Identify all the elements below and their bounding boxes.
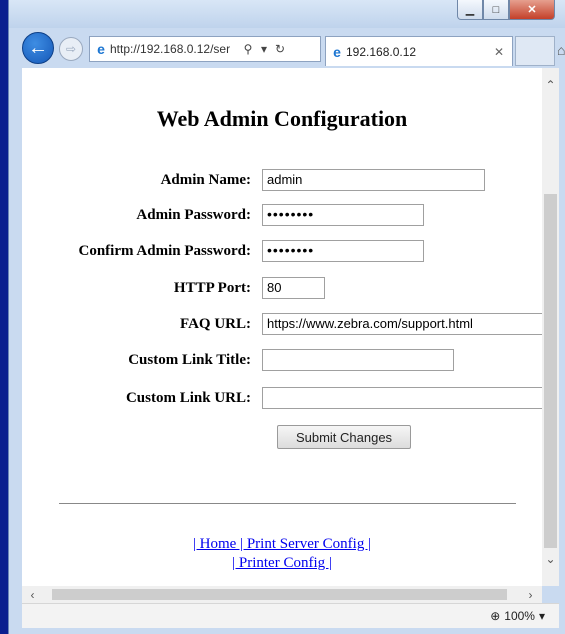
custom-link-title-label: Custom Link Title:	[128, 352, 251, 368]
divider	[59, 503, 516, 504]
faq-url-row: FAQ URL: https://www.zebra.com/support.h…	[22, 313, 542, 335]
address-bar[interactable]: e http://192.168.0.12/ser ⚲ ▾ ↻	[89, 36, 321, 62]
faq-url-label: FAQ URL:	[180, 316, 251, 332]
admin-password-label: Admin Password:	[136, 207, 251, 223]
ie-page-icon: e	[97, 41, 105, 57]
address-text[interactable]: http://192.168.0.12/ser	[110, 42, 240, 56]
close-window-button[interactable]: ✕	[509, 0, 555, 20]
tab-title: 192.168.0.12	[346, 44, 417, 59]
zoom-dropdown-icon[interactable]: ▾	[539, 609, 545, 623]
refresh-icon[interactable]: ↻	[272, 42, 288, 56]
back-arrow-icon: ←	[28, 36, 48, 59]
faq-url-input[interactable]: https://www.zebra.com/support.html	[262, 313, 542, 335]
status-bar: ⊕ 100% ▾	[22, 603, 559, 628]
admin-password-input[interactable]: ••••••••	[262, 204, 424, 226]
http-port-input[interactable]: 80	[262, 277, 325, 299]
scroll-left-icon[interactable]: ‹	[24, 586, 41, 603]
forward-arrow-icon: ⇨	[65, 42, 77, 56]
tab-ie-icon: e	[333, 43, 341, 60]
zoom-level: 100%	[504, 609, 535, 623]
confirm-password-row: Confirm Admin Password: ••••••••	[22, 240, 542, 262]
tab-close-icon[interactable]: ✕	[494, 45, 504, 59]
http-port-row: HTTP Port: 80	[22, 277, 542, 299]
admin-name-input[interactable]: admin	[262, 169, 485, 191]
browser-tab[interactable]: e 192.168.0.12 ✕	[325, 36, 513, 66]
custom-link-url-label: Custom Link URL:	[125, 390, 251, 406]
close-icon: ✕	[527, 4, 537, 16]
confirm-password-input[interactable]: ••••••••	[262, 240, 424, 262]
http-port-label: HTTP Port:	[173, 280, 251, 296]
forward-button[interactable]: ⇨	[59, 37, 83, 61]
zoom-control[interactable]: ⊕ 100% ▾	[490, 609, 545, 623]
maximize-icon: □	[492, 3, 500, 16]
horizontal-scrollbar[interactable]: ‹ ›	[22, 586, 542, 603]
vertical-scroll-thumb[interactable]	[544, 194, 557, 548]
scroll-right-icon[interactable]: ›	[522, 586, 539, 603]
zoom-icon: ⊕	[490, 609, 501, 623]
submit-changes-button[interactable]: Submit Changes	[277, 425, 411, 449]
admin-name-label: Admin Name:	[160, 172, 251, 188]
custom-link-title-input[interactable]	[262, 349, 454, 371]
browser-window: ▁ □ ✕ ← ⇨ e http://192.168.0.12/ser ⚲ ▾ …	[8, 0, 565, 634]
scroll-down-icon[interactable]: ⌄	[542, 550, 559, 567]
custom-link-url-input[interactable]	[262, 387, 542, 409]
admin-name-row: Admin Name: admin	[22, 169, 542, 191]
page-content: Web Admin Configuration Admin Name: admi…	[22, 68, 542, 586]
vertical-scrollbar[interactable]: ⌃ ⌄	[542, 68, 559, 586]
admin-password-row: Admin Password: ••••••••	[22, 204, 542, 226]
scroll-up-icon[interactable]: ⌃	[542, 76, 559, 93]
nav-links-line1[interactable]: | Home | Print Server Config |	[22, 536, 542, 553]
dropdown-icon[interactable]: ▾	[256, 42, 272, 56]
back-button[interactable]: ←	[22, 32, 54, 64]
search-icon[interactable]: ⚲	[240, 42, 256, 56]
custom-link-title-row: Custom Link Title:	[22, 349, 542, 371]
title-bar: ▁ □ ✕	[9, 0, 565, 28]
home-icon[interactable]: ⌂	[557, 42, 565, 58]
new-tab-button[interactable]	[515, 36, 555, 66]
horizontal-scroll-thumb[interactable]	[52, 589, 507, 600]
nav-links-line2[interactable]: | Printer Config |	[22, 555, 542, 572]
page-title: Web Admin Configuration	[156, 106, 408, 131]
minimize-button[interactable]: ▁	[457, 0, 483, 20]
minimize-icon: ▁	[465, 4, 475, 16]
confirm-password-label: Confirm Admin Password:	[78, 243, 251, 259]
custom-link-url-row: Custom Link URL:	[22, 387, 542, 409]
maximize-button[interactable]: □	[483, 0, 509, 20]
